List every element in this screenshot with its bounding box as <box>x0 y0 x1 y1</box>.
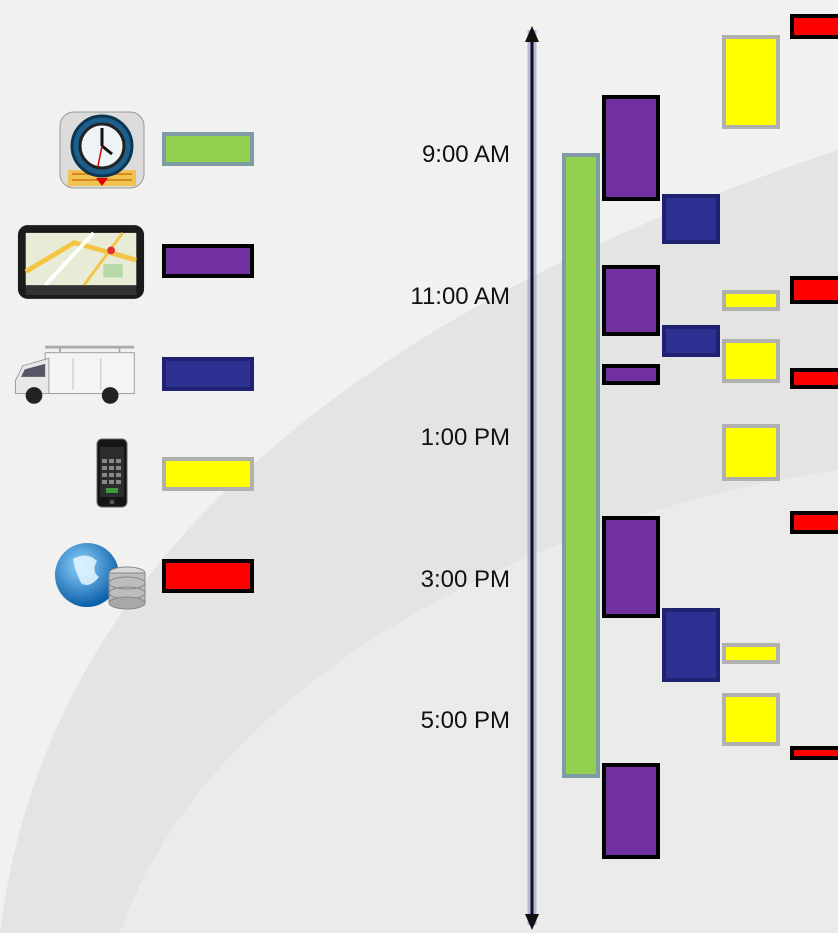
event-block <box>790 275 838 304</box>
event-block <box>602 763 660 859</box>
event-block <box>722 35 780 130</box>
event-block <box>602 264 660 336</box>
event-block <box>722 692 780 746</box>
event-block <box>562 153 600 778</box>
event-block <box>722 339 780 384</box>
event-block <box>662 325 720 357</box>
event-block <box>790 14 838 39</box>
axis-arrow-up <box>525 26 539 42</box>
event-block <box>790 511 838 534</box>
event-block <box>790 367 838 389</box>
event-block <box>722 289 780 311</box>
event-block <box>722 643 780 665</box>
axis-arrow-down <box>525 914 539 930</box>
event-block <box>602 515 660 619</box>
event-block <box>602 363 660 386</box>
event-block <box>662 607 720 683</box>
timeline-axis <box>525 26 539 930</box>
event-block <box>602 95 660 202</box>
event-block <box>722 424 780 481</box>
event-block <box>790 745 838 760</box>
event-block <box>662 194 720 244</box>
